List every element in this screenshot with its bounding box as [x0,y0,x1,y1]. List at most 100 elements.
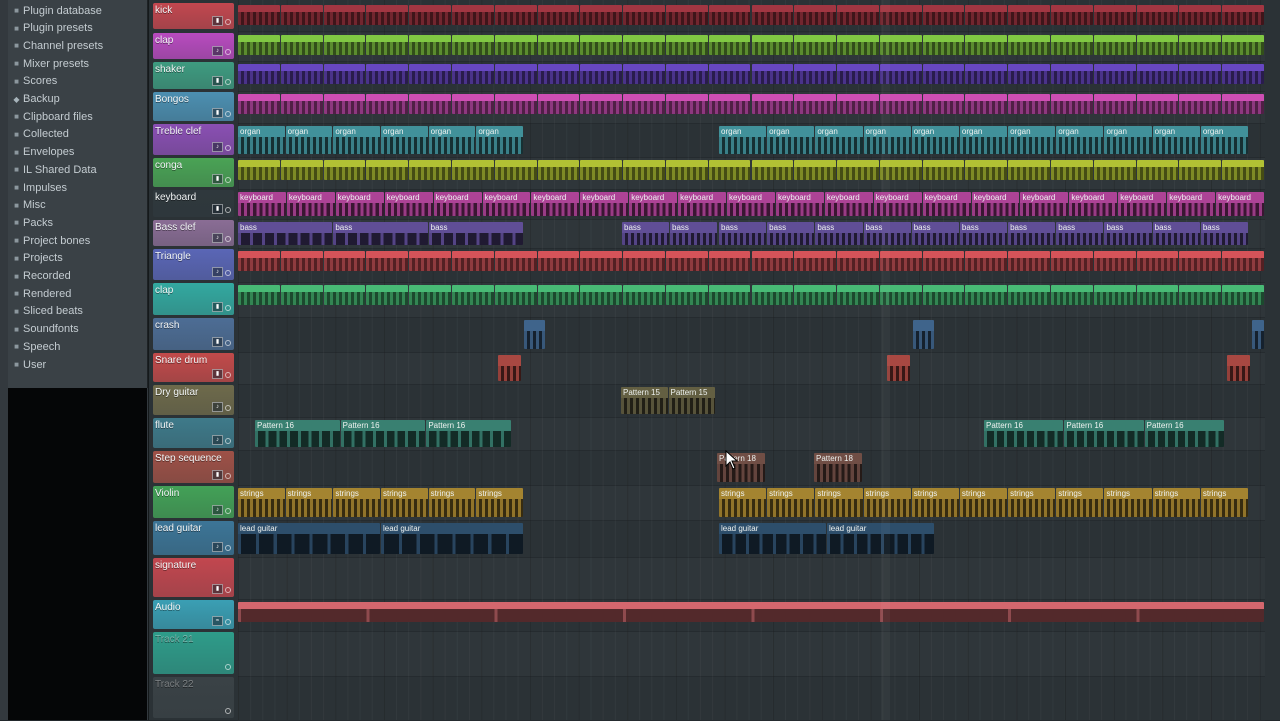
pattern-clip[interactable]: organ [381,126,428,154]
pattern-clip[interactable] [1222,5,1264,25]
pattern-clip[interactable] [965,94,1008,114]
pattern-clip[interactable]: strings [767,488,815,517]
pattern-clip[interactable] [1222,160,1264,180]
pattern-clip[interactable] [238,160,280,180]
pattern-clip[interactable]: bass [670,222,717,245]
pattern-clip[interactable] [1136,160,1179,180]
pattern-clip[interactable] [1222,285,1264,305]
pattern-clip[interactable] [837,94,879,114]
browser-item[interactable]: ■ Envelopes [12,144,146,161]
track-mute-led-icon[interactable] [225,145,231,151]
pattern-clip[interactable] [1093,5,1136,25]
pattern-clip[interactable]: organ [719,126,767,154]
pattern-clip[interactable] [1179,285,1222,305]
pattern-clip[interactable] [537,285,580,305]
pattern-clip[interactable]: lead guitar [827,523,934,554]
pattern-clip[interactable]: organ [1008,126,1056,154]
browser-item[interactable]: ■ Speech [12,338,146,355]
pattern-clip[interactable] [409,251,451,271]
pattern-clip[interactable]: bass [1152,222,1200,245]
channel-icon[interactable]: ▮ [212,76,223,86]
pattern-clip[interactable]: keyboard [580,192,629,216]
pattern-clip[interactable] [494,285,537,305]
pattern-clip[interactable] [751,160,794,180]
channel-icon[interactable]: ▮ [212,108,223,118]
pattern-clip[interactable] [280,5,323,25]
channel-icon[interactable]: ▮ [212,369,223,379]
track-header[interactable]: Dry guitar ♪ [153,385,234,415]
pattern-clip[interactable] [537,160,580,180]
track-header[interactable]: Snare drum ▮ [153,353,234,382]
track-header[interactable]: Bongos ▮ [153,92,234,121]
pattern-clip[interactable]: strings [1152,488,1200,517]
pattern-clip[interactable]: Pattern 15 [621,387,668,414]
pattern-clip[interactable] [879,285,922,305]
pattern-clip[interactable] [837,64,879,84]
pattern-clip[interactable]: keyboard [678,192,727,216]
pattern-clip[interactable]: organ [815,126,863,154]
track-header[interactable]: Treble clef ♪ [153,124,234,155]
pattern-clip[interactable] [238,251,280,271]
pattern-clip[interactable] [1051,35,1093,55]
track-lane[interactable] [238,558,1265,600]
pattern-clip[interactable] [623,94,665,114]
pattern-clip[interactable]: strings [428,488,476,517]
pattern-clip[interactable] [1093,94,1136,114]
pattern-clip[interactable] [665,251,708,271]
pattern-clip[interactable] [751,94,794,114]
pattern-clip[interactable]: organ [238,126,285,154]
browser-item[interactable]: ■ Impulses [12,179,146,196]
pattern-clip[interactable] [323,160,366,180]
pattern-clip[interactable]: strings [815,488,863,517]
pattern-clip[interactable] [323,285,366,305]
channel-icon[interactable]: ▮ [212,174,223,184]
pattern-clip[interactable] [837,5,879,25]
track-mute-led-icon[interactable] [225,587,231,593]
pattern-clip[interactable] [623,285,665,305]
pattern-clip[interactable]: keyboard [1069,192,1118,216]
pattern-clip[interactable] [879,35,922,55]
pattern-clip[interactable] [580,285,623,305]
pattern-clip[interactable]: lead guitar [238,523,380,554]
plugin-icon[interactable]: ♪ [212,542,223,552]
pattern-clip[interactable]: bass [959,222,1008,245]
pattern-clip[interactable]: keyboard [971,192,1020,216]
pattern-clip[interactable]: keyboard [775,192,824,216]
pattern-clip[interactable]: keyboard [1020,192,1069,216]
track-mute-led-icon[interactable] [225,305,231,311]
pattern-clip[interactable] [708,94,751,114]
pattern-clip[interactable]: bass [1008,222,1056,245]
pattern-clip[interactable]: organ [428,126,476,154]
pattern-clip[interactable] [965,251,1008,271]
pattern-clip[interactable] [708,5,751,25]
track-mute-led-icon[interactable] [225,49,231,55]
track-mute-led-icon[interactable] [225,619,231,625]
pattern-clip[interactable] [580,251,623,271]
pattern-clip[interactable] [1179,94,1222,114]
pattern-clip[interactable] [537,251,580,271]
pattern-clip[interactable] [366,160,409,180]
pattern-clip[interactable] [922,35,965,55]
browser-item[interactable]: ■ Misc [12,197,146,214]
pattern-clip[interactable] [494,94,537,114]
browser-item[interactable]: ■ User [12,356,146,373]
channel-icon[interactable]: ▮ [212,337,223,347]
browser-item[interactable]: ■ Mixer presets [12,55,146,72]
pattern-clip[interactable] [913,320,934,349]
pattern-clip[interactable] [238,94,280,114]
browser-item[interactable]: ■ Projects [12,250,146,267]
pattern-clip[interactable]: bass [428,222,523,245]
pattern-clip[interactable]: Pattern 16 [1064,420,1144,447]
pattern-clip[interactable]: bass [333,222,428,245]
pattern-clip[interactable] [580,35,623,55]
pattern-clip[interactable]: lead guitar [719,523,826,554]
pattern-clip[interactable]: organ [333,126,380,154]
track-mute-led-icon[interactable] [225,473,231,479]
track-lane[interactable] [238,385,1265,418]
pattern-clip[interactable]: keyboard [384,192,433,216]
track-mute-led-icon[interactable] [225,664,231,670]
pattern-clip[interactable] [751,5,794,25]
channel-icon[interactable]: ▮ [212,584,223,594]
pattern-clip[interactable] [708,160,751,180]
pattern-clip[interactable]: Pattern 16 [255,420,340,447]
